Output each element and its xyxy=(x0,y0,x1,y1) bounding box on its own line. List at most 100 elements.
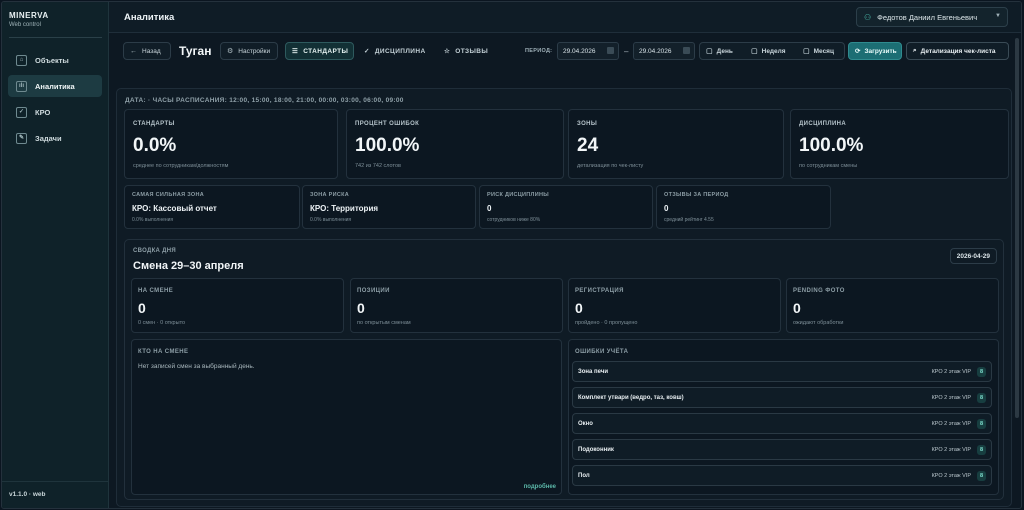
kpi-value: 100.0% xyxy=(355,135,420,156)
date-to-value: 29.04.2026 xyxy=(639,47,672,55)
list-icon: ☰ xyxy=(292,48,299,55)
tab-discipline[interactable]: ✓ ДИСЦИПЛИНА xyxy=(358,42,436,60)
checklist-detail-button[interactable]: ⌕ Детализация чек-листа xyxy=(906,42,1009,60)
kpi-value: 0.0% xyxy=(133,135,177,156)
calendar-icon xyxy=(683,47,690,54)
day-summary: СВОДКА ДНЯ Смена 29–30 апреля 2026-04-29… xyxy=(124,239,1004,500)
error-count-badge: 8 xyxy=(977,367,986,377)
kpi-label: ДИСЦИПЛИНА xyxy=(799,121,847,127)
schedule-line: ДАТА: · ЧАСЫ РАСПИСАНИЯ: 12:00, 15:00, 1… xyxy=(125,97,404,104)
error-count-badge: 8 xyxy=(977,471,986,481)
error-row[interactable]: Зона печи КРО 2 этаж VIP 8 xyxy=(572,361,992,382)
toolbar: ← Назад Туган ⚙ Настройки ☰ СТАНДАРТЫ ✓ … xyxy=(109,33,1021,73)
mini-value: 0 xyxy=(664,204,669,213)
error-row[interactable]: Комплект утвари (ведро, таз, ковш) КРО 2… xyxy=(572,387,992,408)
kpi-standards: СТАНДАРТЫ 0.0% среднее по сотрудникам/до… xyxy=(124,109,338,179)
day-date-badge[interactable]: 2026-04-29 xyxy=(949,248,997,264)
brand-subtitle: Web control xyxy=(9,22,41,28)
error-location: КРО 2 этаж VIP xyxy=(931,395,971,401)
kpi-sub: по сотрудникам смены xyxy=(799,163,858,169)
top-header: Аналитика ⚇ Федотов Даниил Евгеньевич ▼ xyxy=(109,2,1021,33)
load-label: Загрузить xyxy=(864,47,897,55)
brand-name: MINERVA xyxy=(9,11,49,20)
sidebar-item-analytics[interactable]: ılı Аналитика xyxy=(8,75,102,97)
kpi-value: 100.0% xyxy=(799,135,864,156)
tab-reviews[interactable]: ☆ ОТЗЫВЫ xyxy=(438,42,498,60)
sidebar: MINERVA Web control ⌂ Объекты ılı Аналит… xyxy=(2,2,109,508)
kpi-discipline: ДИСЦИПЛИНА 100.0% по сотрудникам смены xyxy=(790,109,1009,179)
checklist-icon: ✓ xyxy=(16,106,27,118)
page-title: Аналитика xyxy=(124,12,175,23)
mini-sub: средний рейтинг 4.55 xyxy=(664,217,714,223)
settings-button[interactable]: ⚙ Настройки xyxy=(220,42,278,60)
range-month-button[interactable]: ▢ Месяц xyxy=(803,43,834,59)
error-row[interactable]: Пол КРО 2 этаж VIP 8 xyxy=(572,465,992,486)
kpi-sub: 742 из 742 слотов xyxy=(355,163,401,169)
search-icon: ⌕ xyxy=(913,47,917,54)
error-count-badge: 8 xyxy=(977,393,986,403)
error-name: Зона печи xyxy=(578,369,609,375)
sidebar-item-label: Аналитика xyxy=(35,81,75,91)
accounting-errors-label: ОШИБКИ УЧЁТА xyxy=(575,349,629,355)
range-group: ▢ День ▢ Неделя ▢ Месяц xyxy=(699,42,845,60)
load-button[interactable]: ⟳ Загрузить xyxy=(848,42,902,60)
sidebar-item-objects[interactable]: ⌂ Объекты xyxy=(8,49,102,71)
object-title: Туган xyxy=(179,44,212,58)
range-dash: – xyxy=(624,47,629,56)
sidebar-item-label: Объекты xyxy=(35,55,69,65)
divider xyxy=(9,37,102,38)
mini-label: ЗОНА РИСКА xyxy=(310,192,350,198)
user-select[interactable]: ⚇ Федотов Даниил Евгеньевич ▼ xyxy=(856,7,1008,27)
more-link[interactable]: подробнее xyxy=(524,484,556,490)
stat-sub: пройдено · 0 пропущено xyxy=(575,320,638,326)
error-location: КРО 2 этаж VIP xyxy=(931,421,971,427)
error-row[interactable]: Окно КРО 2 этаж VIP 8 xyxy=(572,413,992,434)
error-location: КРО 2 этаж VIP xyxy=(931,369,971,375)
divider xyxy=(2,481,109,482)
stat-sub: по открытым сменам xyxy=(357,320,411,326)
analytics-panel: ДАТА: · ЧАСЫ РАСПИСАНИЯ: 12:00, 15:00, 1… xyxy=(116,88,1012,507)
mini-strongest-zone: САМАЯ СИЛЬНАЯ ЗОНА КРО: Кассовый отчет 0… xyxy=(124,185,300,229)
range-week-label: Неделя xyxy=(761,47,786,55)
mini-discipline-risk: РИСК ДИСЦИПЛИНЫ 0 сотрудников ниже 80% xyxy=(479,185,653,229)
mini-label: РИСК ДИСЦИПЛИНЫ xyxy=(487,192,549,198)
user-icon: ⚇ xyxy=(864,12,872,22)
calendar-icon: ▢ xyxy=(751,48,758,55)
sidebar-item-tasks[interactable]: ✎ Задачи xyxy=(8,127,102,149)
error-name: Подоконник xyxy=(578,447,614,453)
date-to-input[interactable]: 29.04.2026 xyxy=(633,42,695,60)
sidebar-item-label: Задачи xyxy=(35,133,62,143)
refresh-icon: ⟳ xyxy=(855,48,861,55)
error-row[interactable]: Подоконник КРО 2 этаж VIP 8 xyxy=(572,439,992,460)
app-version: v1.1.0 · web xyxy=(9,491,46,498)
brand: MINERVA Web control xyxy=(9,11,49,28)
error-location: КРО 2 этаж VIP xyxy=(931,447,971,453)
calendar-icon: ▢ xyxy=(803,48,810,55)
user-name: Федотов Даниил Евгеньевич xyxy=(877,12,978,22)
kpi-value: 24 xyxy=(577,135,599,156)
tab-standards[interactable]: ☰ СТАНДАРТЫ xyxy=(285,42,354,60)
mini-value: 0 xyxy=(487,204,492,213)
stat-label: ПОЗИЦИИ xyxy=(357,288,390,294)
detail-label: Детализация чек-листа xyxy=(920,47,996,55)
stat-value: 0 xyxy=(357,300,365,316)
mini-value: КРО: Территория xyxy=(310,204,379,213)
empty-state: Нет записей смен за выбранный день. xyxy=(138,363,255,370)
stat-label: PENDING ФОТО xyxy=(793,288,845,294)
kpi-sub: детализация по чек-листу xyxy=(577,163,644,169)
range-day-button[interactable]: ▢ День xyxy=(706,43,733,59)
range-week-button[interactable]: ▢ Неделя xyxy=(751,43,786,59)
sidebar-item-kro[interactable]: ✓ КРО xyxy=(8,101,102,123)
back-button[interactable]: ← Назад xyxy=(123,42,171,60)
gear-icon: ⚙ xyxy=(227,48,234,55)
mini-label: ОТЗЫВЫ ЗА ПЕРИОД xyxy=(664,192,729,198)
page-scrollbar[interactable] xyxy=(1015,38,1019,418)
sidebar-item-label: КРО xyxy=(35,107,51,117)
mini-reviews: ОТЗЫВЫ ЗА ПЕРИОД 0 средний рейтинг 4.55 xyxy=(656,185,831,229)
kpi-error-rate: ПРОЦЕНТ ОШИБОК 100.0% 742 из 742 слотов xyxy=(346,109,564,179)
chart-icon: ılı xyxy=(16,80,27,92)
kpi-label: ПРОЦЕНТ ОШИБОК xyxy=(355,121,420,127)
date-from-input[interactable]: 29.04.2026 xyxy=(557,42,619,60)
stat-value: 0 xyxy=(138,300,146,316)
back-label: Назад xyxy=(142,47,161,55)
